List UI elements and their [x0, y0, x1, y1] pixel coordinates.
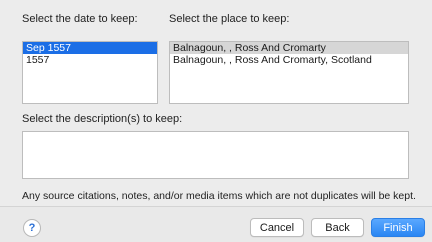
help-button[interactable]: ?: [23, 219, 41, 237]
finish-button[interactable]: Finish: [371, 218, 425, 237]
date-option-sep-1557[interactable]: Sep 1557: [23, 42, 157, 54]
description-section-label: Select the description(s) to keep:: [22, 113, 183, 125]
info-text: Any source citations, notes, and/or medi…: [22, 190, 416, 202]
place-option-2[interactable]: Balnagoun, , Ross And Cromarty, Scotland: [170, 54, 408, 66]
merge-dialog: Select the date to keep: Sep 1557 1557 S…: [0, 0, 432, 242]
date-section-label: Select the date to keep:: [22, 13, 138, 25]
finish-button-label: Finish: [383, 221, 413, 234]
footer-bar: [0, 207, 432, 242]
place-option-1[interactable]: Balnagoun, , Ross And Cromarty: [170, 42, 408, 54]
back-button[interactable]: Back: [311, 218, 364, 237]
date-option-1557[interactable]: 1557: [23, 54, 157, 66]
back-button-label: Back: [325, 221, 350, 234]
description-listbox[interactable]: [22, 131, 409, 179]
place-section-label: Select the place to keep:: [169, 13, 290, 25]
help-icon: ?: [28, 222, 36, 234]
cancel-button[interactable]: Cancel: [250, 218, 304, 237]
place-listbox[interactable]: Balnagoun, , Ross And Cromarty Balnagoun…: [169, 41, 409, 104]
cancel-button-label: Cancel: [259, 221, 295, 234]
date-listbox[interactable]: Sep 1557 1557: [22, 41, 158, 104]
